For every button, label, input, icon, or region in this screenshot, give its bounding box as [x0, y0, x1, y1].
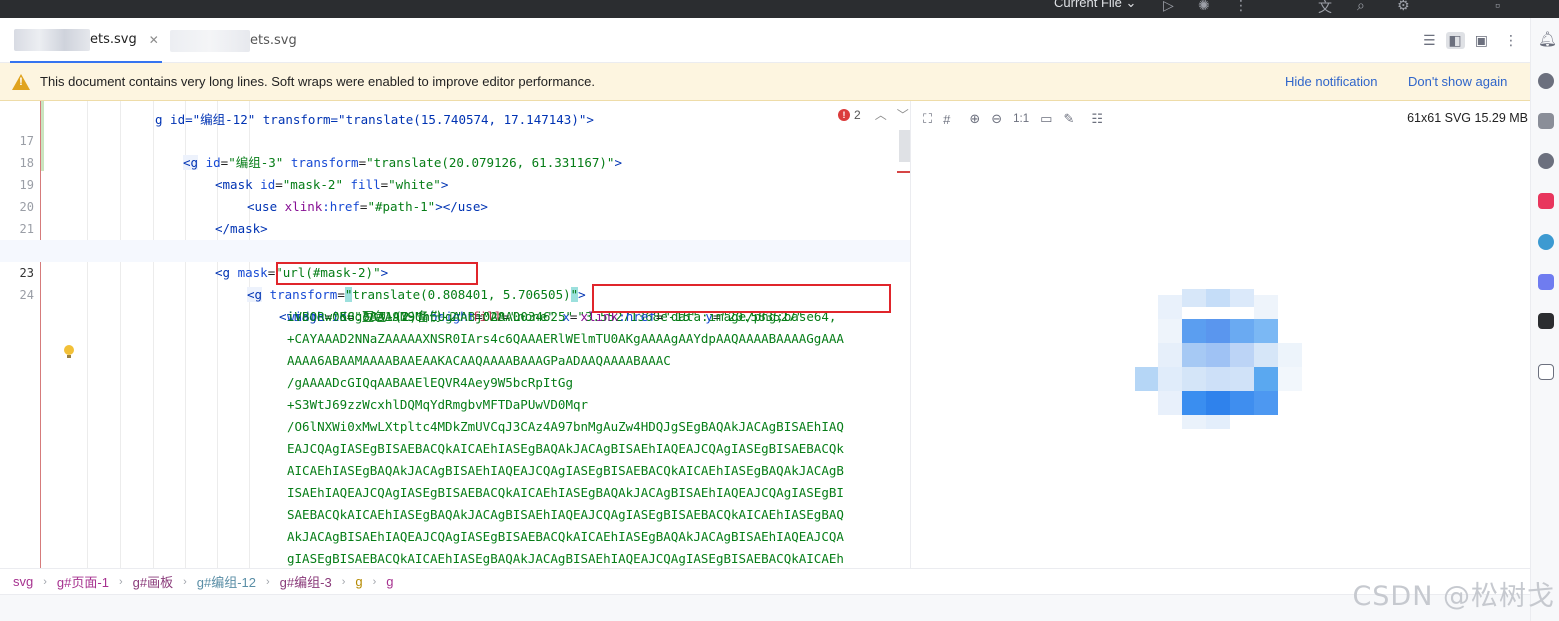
base64-data: /O6lNXWi0xMwLXtpltc4MDkZmUVCqJ3CAz4A97bn… [287, 419, 844, 434]
base64-data: iVBORw0KGgoAAAANSUhEUgAABj0AAAL [287, 309, 521, 324]
error-icon: ! [838, 108, 850, 121]
base64-data: gIASEgBISAEBACQkAICAEhIASEgBAQAkJACAgBIS… [287, 551, 844, 566]
blurred-filename [14, 28, 90, 51]
code-only-view-icon[interactable]: ☰ [1423, 32, 1436, 49]
run-icon[interactable]: ▷ [1163, 0, 1174, 14]
grid-icon[interactable]: # [943, 112, 950, 127]
fit-to-window-icon[interactable]: ⛶ [923, 111, 932, 127]
code-line: 22 <g mask="url(#mask-2)"> [0, 218, 910, 280]
breadcrumb-item[interactable]: g#画板 [133, 572, 173, 591]
tab-filename: ets.svg [90, 32, 137, 47]
breadcrumb-separator: › [341, 575, 346, 588]
breadcrumb-item[interactable]: g#编组-3 [280, 572, 332, 591]
minimize-icon[interactable]: ▫ [1495, 0, 1500, 13]
tool-icon[interactable] [1538, 313, 1554, 329]
previous-problem-icon[interactable]: ︿ [875, 106, 887, 123]
blurred-filename [170, 29, 250, 52]
close-tab-icon[interactable]: ✕ [149, 33, 159, 47]
background-icon[interactable]: ▭ [1040, 111, 1052, 127]
breadcrumb-separator: › [372, 575, 377, 588]
editor-view-modes: ☰ ◧ ▣ ⋮ [1423, 32, 1518, 49]
base64-data: AAAA6ABAAMAAAABAAEAAKACAAQAAAABAAAGPaADA… [287, 353, 671, 368]
annotation-box-xlink-href [592, 284, 891, 313]
code-editor[interactable]: g id="编组-12" transform="translate(15.740… [0, 101, 910, 568]
plugin-red-icon[interactable] [1538, 193, 1554, 209]
zoom-out-icon[interactable]: ⊖ [991, 111, 1002, 127]
intention-bulb-icon[interactable] [63, 345, 75, 359]
zoom-in-icon[interactable]: ⊕ [969, 111, 980, 127]
breadcrumb-separator: › [43, 575, 47, 588]
svg-preview-pane: ⛶ # ⊕ ⊖ 1:1 ▭ ✎ ☷ 61x61 SVG 15.29 MB [911, 101, 1530, 568]
editor-scrollbar-thumb[interactable] [899, 130, 910, 162]
structure-breadcrumb: svg › g#页面-1 › g#画板 › g#编组-12 › g#编组-3 ›… [0, 568, 1530, 594]
error-count: 2 [854, 107, 861, 122]
editor-tab[interactable]: ets.svg [168, 18, 318, 63]
inspection-widget[interactable]: ! 2 ︿ ﹀ [838, 106, 909, 123]
hide-notification-link[interactable]: Hide notification [1285, 74, 1378, 89]
code-line: 17 <g id="编组-3" transform="translate(20.… [0, 108, 910, 170]
editor-tab-bar: ets.svg ✕ ets.svg ☰ ◧ ▣ ⋮ [0, 18, 1530, 63]
settings-icon[interactable]: ⚙ [1397, 0, 1410, 14]
translation-icon[interactable] [1538, 364, 1554, 380]
title-bar: Current File ⌄ ▷ ✺ ⋮ 文 ⌕ ⚙ ▫ [0, 0, 1559, 18]
base64-data: SAEBACQkAICAEhIASEgBAQAkJACAgBISAEhIAQEA… [287, 507, 844, 522]
code-line: 21 <g id="蒙版"></g> [0, 196, 910, 258]
status-bar [0, 594, 1530, 621]
breadcrumb-item[interactable]: svg [13, 574, 33, 589]
dont-show-again-link[interactable]: Don't show again [1408, 74, 1507, 89]
editor-tab-active[interactable]: ets.svg ✕ [10, 18, 162, 63]
notification-message: This document contains very long lines. … [40, 74, 595, 89]
tab-filename: ets.svg [250, 33, 297, 48]
more-icon[interactable]: ⋮ [1234, 0, 1248, 14]
color-picker-icon[interactable]: ✎ [1063, 111, 1074, 127]
code-line: 18 <mask id="mask-2" fill="white"> [0, 130, 910, 192]
database-icon[interactable] [1538, 234, 1554, 250]
run-configuration-selector[interactable]: Current File ⌄ [1054, 0, 1136, 11]
breadcrumb-item[interactable]: g [355, 574, 362, 589]
base64-data: AICAEhIASEgBAQAkJACAgBISAEhIAQEAJCQAgIAS… [287, 463, 844, 478]
layout-icon[interactable]: ☷ [1091, 111, 1103, 127]
right-tool-window-bar: 🔔︎ [1530, 18, 1559, 621]
copilot-icon[interactable] [1538, 153, 1554, 169]
breadcrumb-separator: › [118, 575, 123, 588]
warning-icon [12, 73, 30, 90]
code-line: 19 <use xlink:href="#path-1"></use> [0, 152, 910, 214]
next-problem-icon[interactable]: ﹀ [897, 106, 909, 123]
preview-only-view-icon[interactable]: ▣ [1475, 32, 1488, 49]
breadcrumb-separator: › [266, 575, 270, 588]
long-lines-notification: This document contains very long lines. … [0, 63, 1530, 101]
breadcrumb-item[interactable]: g#编组-12 [197, 572, 256, 591]
breadcrumb-item[interactable]: g#页面-1 [57, 572, 109, 591]
notifications-icon[interactable]: 🔔︎ [1538, 30, 1557, 48]
ai-assistant-icon[interactable] [1538, 73, 1554, 89]
split-view-icon[interactable]: ◧ [1445, 32, 1465, 49]
watermark: CSDN @松树戈 [1352, 581, 1555, 612]
error-stripe-mark[interactable] [897, 171, 910, 173]
more-options-icon[interactable]: ⋮ [1504, 32, 1518, 49]
breadcrumb-item[interactable]: g [386, 574, 393, 589]
breadcrumb-separator: › [183, 575, 187, 588]
translate-icon[interactable]: 文 [1318, 0, 1332, 17]
code-line: 20 </mask> [0, 174, 910, 236]
base64-data: +S3WtJ69zzWcxhlDQMqYdRmgbvMFTDaPUwVD0Mqr [287, 397, 589, 412]
base64-data: EAJCQAgIASEgBISAEBACQkAICAEhIASEgBAQAkJA… [287, 441, 844, 456]
base64-data: ISAEhIAQEAJCQAgIASEgBISAEBACQkAICAEhIASE… [287, 485, 844, 500]
annotation-box-image-tag [276, 262, 478, 285]
base64-data: +CAYAAAD2NNaZAAAAAXNSR0IArs4c6QAAAERlWEl… [287, 331, 844, 346]
plugin-icon[interactable] [1538, 113, 1554, 129]
image-info: 61x61 SVG 15.29 MB [1407, 111, 1528, 125]
actual-size-button[interactable]: 1:1 [1013, 113, 1029, 125]
debug-icon[interactable]: ✺ [1198, 0, 1210, 14]
search-icon[interactable]: ⌕ [1357, 0, 1365, 14]
base64-data: AkJACAgBISAEhIAQEAJCQAgIASEgBISAEBACQkAI… [287, 529, 844, 544]
ai-plugin-icon[interactable] [1538, 274, 1554, 290]
base64-data: /gAAAADcGIQqAABAAElEQVR4Aey9W5bcRpItGg [287, 375, 573, 390]
preview-toolbar: ⛶ # ⊕ ⊖ 1:1 ▭ ✎ ☷ [923, 111, 1103, 127]
code-line-current: 23 <g transform="translate(0.808401, 5.7… [0, 240, 910, 302]
